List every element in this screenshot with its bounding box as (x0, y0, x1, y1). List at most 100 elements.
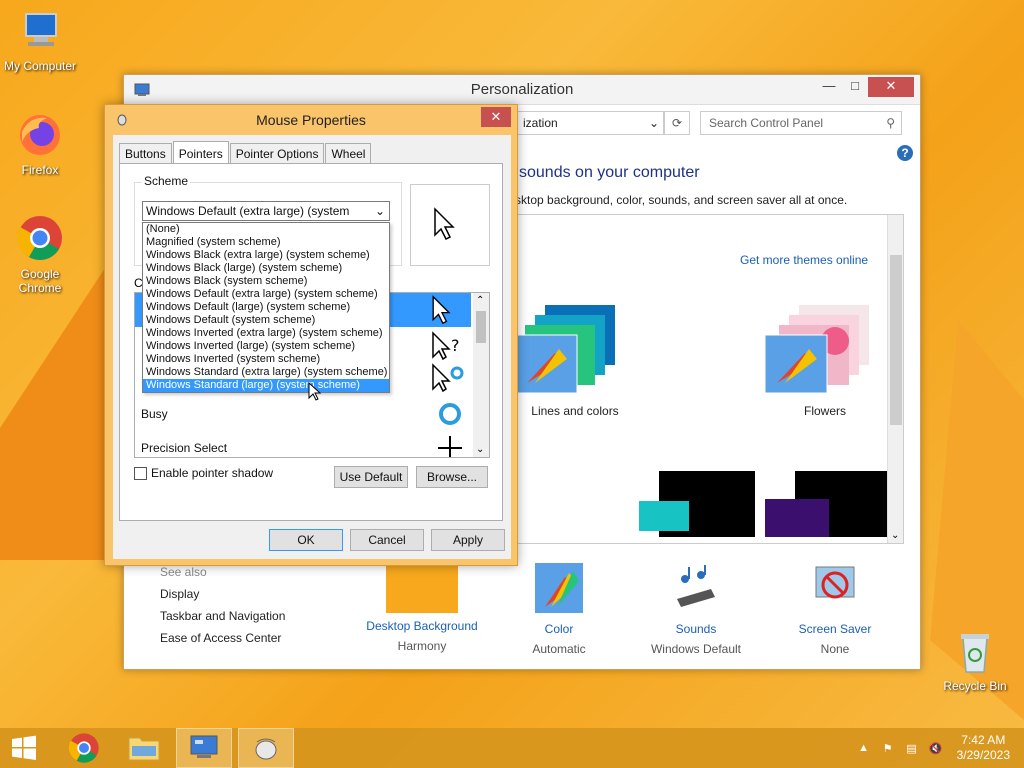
crosshair-cursor-icon (438, 436, 462, 457)
apply-button[interactable]: Apply (431, 529, 505, 551)
scheme-option[interactable]: Windows Black (large) (system scheme) (143, 262, 389, 275)
flag-icon[interactable]: ⚑ (879, 740, 897, 756)
scheme-option[interactable]: Magnified (system scheme) (143, 236, 389, 249)
scroll-down-arrow[interactable]: ⌄ (476, 444, 484, 455)
chevron-down-icon[interactable]: ⌄ (649, 112, 659, 134)
desktop-icon-label: Google Chrome (18, 267, 62, 295)
network-icon[interactable]: ▤ (903, 740, 921, 756)
themes-scrollbar[interactable]: ⌄ (887, 215, 903, 543)
refresh-button[interactable]: ⟳ (664, 111, 690, 135)
taskbar-chrome[interactable] (56, 728, 112, 768)
desktop-icon-my-computer[interactable]: My Computer (0, 10, 80, 73)
search-input[interactable]: Search Control Panel ⚲ (700, 111, 902, 135)
close-button[interactable]: ✕ (868, 77, 914, 97)
scheme-option[interactable]: Windows Inverted (system scheme) (143, 353, 389, 366)
control-panel-icon (190, 735, 218, 758)
control-panel-icon (134, 83, 150, 96)
theme-flowers[interactable]: Flowers (764, 301, 885, 418)
scheme-option[interactable]: Windows Standard (extra large) (system s… (143, 366, 389, 379)
desktop-icon-chrome[interactable]: Google Chrome (0, 214, 80, 295)
tab-buttons[interactable]: Buttons (119, 143, 172, 164)
personalization-titlebar[interactable]: Personalization — □ ✕ (124, 75, 920, 105)
see-also-ease-of-access-link[interactable]: Ease of Access Center (160, 631, 285, 645)
pointer-row-busy[interactable]: Busy (135, 397, 471, 431)
theme-high-contrast-2[interactable] (765, 471, 891, 537)
see-also-taskbar-link[interactable]: Taskbar and Navigation (160, 609, 285, 623)
maximize-button[interactable]: □ (842, 77, 868, 97)
browse-button[interactable]: Browse... (416, 466, 488, 488)
window-controls: — □ ✕ (816, 77, 914, 97)
help-icon[interactable]: ? (897, 145, 913, 161)
taskbar-file-explorer[interactable] (116, 728, 172, 768)
computer-icon (25, 13, 57, 46)
address-bar[interactable]: ization ⌄ (514, 111, 664, 135)
taskbar-control-panel[interactable] (176, 728, 232, 768)
scheme-option-highlighted[interactable]: Windows Standard (large) (system scheme) (143, 379, 389, 392)
setting-label: Sounds (675, 622, 717, 636)
theme-label: Flowers (803, 404, 846, 418)
dialog-close-button[interactable]: ✕ (481, 107, 511, 127)
theme-thumbnail (515, 305, 615, 394)
mouse-icon (255, 738, 277, 760)
pointer-shadow-option[interactable]: Enable pointer shadow (134, 466, 273, 480)
scheme-option[interactable]: Windows Black (system scheme) (143, 275, 389, 288)
scheme-option[interactable]: (None) (143, 223, 389, 236)
color-setting[interactable]: Color Automatic (494, 563, 624, 656)
tab-wheel[interactable]: Wheel (325, 143, 372, 164)
pointer-shadow-checkbox[interactable] (134, 466, 147, 480)
see-also-display-link[interactable]: Display (160, 587, 285, 601)
clock-date: 3/29/2023 (956, 748, 1010, 762)
dialog-titlebar[interactable]: Mouse Properties ✕ (105, 105, 517, 135)
scheme-option[interactable]: Windows Black (extra large) (system sche… (143, 249, 389, 262)
page-subheading: sktop background, color, sounds, and scr… (515, 193, 848, 207)
tab-pointers[interactable]: Pointers (172, 141, 229, 164)
scroll-up-arrow[interactable]: ⌃ (476, 295, 484, 306)
scheme-option[interactable]: Windows Default (extra large) (system sc… (143, 288, 389, 301)
volume-muted-icon[interactable]: 🔇 (927, 740, 945, 756)
scheme-option[interactable]: Windows Inverted (large) (system scheme) (143, 340, 389, 353)
tab-pointer-options[interactable]: Pointer Options (229, 143, 325, 164)
setting-value: Windows Default (650, 642, 742, 656)
use-default-button[interactable]: Use Default (334, 466, 408, 488)
get-more-themes-link[interactable]: Get more themes online (740, 253, 868, 267)
screen-saver-setting[interactable]: Screen Saver None (770, 563, 900, 656)
tab-strip: Buttons Pointers Pointer Options Wheel (119, 141, 372, 164)
sounds-setting[interactable]: Sounds Windows Default (631, 563, 761, 656)
search-icon[interactable]: ⚲ (886, 112, 895, 134)
scroll-down-arrow[interactable]: ⌄ (891, 530, 899, 541)
scrollbar-thumb[interactable] (890, 255, 902, 425)
scheme-option[interactable]: Windows Inverted (extra large) (system s… (143, 327, 389, 340)
scheme-option[interactable]: Windows Default (large) (system scheme) (143, 301, 389, 314)
theme-lines-and-colors[interactable]: Lines and colors (515, 301, 635, 418)
arrow-cursor-icon (432, 295, 451, 325)
taskbar-mouse-properties[interactable] (238, 728, 294, 768)
theme-high-contrast-1[interactable] (639, 471, 755, 537)
setting-label: Screen Saver (798, 622, 872, 636)
clock[interactable]: 7:42 AM 3/29/2023 (957, 733, 1010, 763)
start-button[interactable] (0, 728, 48, 768)
scheme-label: Scheme (142, 174, 191, 188)
theme-thumbnail (764, 305, 869, 394)
scrollbar-thumb[interactable] (476, 311, 486, 343)
pointer-preview (410, 184, 490, 266)
pointer-row-precision-select[interactable]: Precision Select (135, 431, 471, 457)
themes-list[interactable]: Get more themes online Lines and colors (514, 214, 904, 544)
see-also-header: See also (160, 565, 207, 579)
ok-button[interactable]: OK (269, 529, 343, 551)
chrome-icon (68, 733, 99, 763)
pointer-row-label: Busy (141, 407, 168, 421)
desktop-icon-recycle-bin[interactable]: Recycle Bin (935, 630, 1015, 693)
scheme-dropdown-list[interactable]: (None) Magnified (system scheme) Windows… (142, 222, 390, 393)
customize-list-scrollbar[interactable]: ⌃ ⌄ (473, 293, 489, 457)
system-tray: ▲ ⚑ ▤ 🔇 7:42 AM 3/29/2023 (855, 728, 1024, 768)
scheme-option[interactable]: Windows Default (system scheme) (143, 314, 389, 327)
pointer-row-label: Precision Select (141, 441, 228, 455)
chevron-down-icon[interactable]: ⌄ (375, 202, 385, 220)
desktop-background-setting[interactable]: Desktop Background Harmony (357, 563, 487, 653)
scheme-select[interactable]: Windows Default (extra large) (system sc… (142, 201, 390, 236)
taskbar: ▲ ⚑ ▤ 🔇 7:42 AM 3/29/2023 (0, 728, 1024, 768)
chevron-up-icon[interactable]: ▲ (855, 740, 873, 756)
minimize-button[interactable]: — (816, 77, 842, 97)
cancel-button[interactable]: Cancel (350, 529, 424, 551)
desktop-icon-firefox[interactable]: Firefox (0, 112, 80, 177)
